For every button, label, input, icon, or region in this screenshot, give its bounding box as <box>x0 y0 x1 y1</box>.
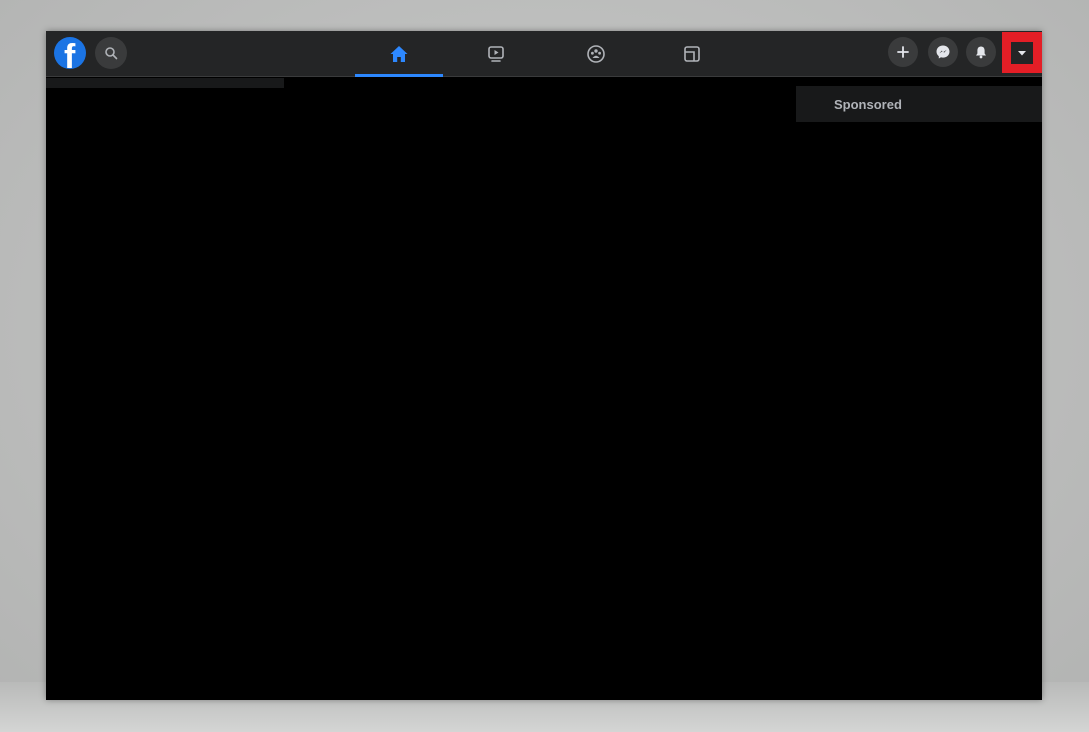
search-icon <box>105 47 118 60</box>
messenger-button[interactable] <box>928 37 958 67</box>
tab-watch[interactable] <box>452 31 540 77</box>
facebook-window: f Sponsored <box>46 31 1042 700</box>
logo-letter: f <box>64 38 76 69</box>
account-menu-highlight <box>1002 32 1042 73</box>
tab-groups[interactable] <box>552 31 640 77</box>
notifications-button[interactable] <box>966 37 996 67</box>
messenger-icon <box>936 45 950 59</box>
plus-icon <box>897 46 909 58</box>
caret-down-icon <box>1018 50 1026 55</box>
left-sidebar-strip <box>46 78 284 88</box>
top-navigation-bar: f <box>46 31 1042 77</box>
create-button[interactable] <box>888 37 918 67</box>
gaming-icon <box>684 46 700 62</box>
search-button[interactable] <box>95 37 127 69</box>
home-icon <box>390 46 408 62</box>
video-play-icon <box>488 46 504 62</box>
bell-icon <box>976 46 986 59</box>
facebook-logo[interactable]: f <box>54 37 86 69</box>
account-menu-button[interactable] <box>1011 41 1033 64</box>
groups-icon <box>587 45 605 63</box>
sponsored-panel: Sponsored <box>796 86 1042 122</box>
tab-gaming[interactable] <box>648 31 736 77</box>
tab-home[interactable] <box>355 31 443 77</box>
sponsored-heading: Sponsored <box>834 97 902 112</box>
